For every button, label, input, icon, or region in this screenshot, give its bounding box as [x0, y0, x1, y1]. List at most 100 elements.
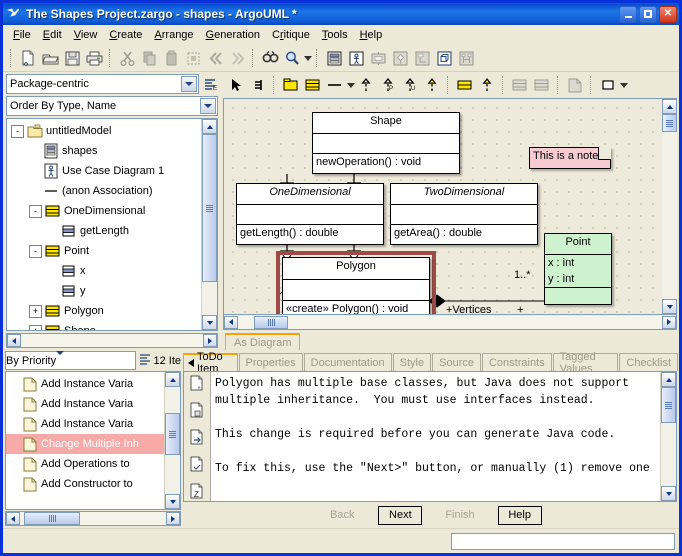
scroll-right-button[interactable] — [203, 334, 217, 347]
diagram-canvas[interactable]: Shape newOperation() : void — [223, 98, 662, 315]
scroll-track[interactable] — [165, 387, 180, 494]
menu-arrange[interactable]: Arrange — [148, 27, 199, 43]
zoom-icon[interactable] — [281, 47, 303, 69]
rectangle-icon[interactable] — [597, 74, 619, 96]
tab-documentation[interactable]: Documentation — [304, 353, 392, 371]
tab-todo-item[interactable]: ToDo Item — [183, 353, 238, 371]
tree-item-x[interactable]: x — [7, 261, 202, 281]
tree-item-getlength[interactable]: getLength — [7, 221, 202, 241]
next-button[interactable]: Next — [378, 506, 422, 525]
save-icon[interactable] — [61, 47, 83, 69]
menu-edit[interactable]: Edit — [37, 27, 68, 43]
menu-file[interactable]: File — [7, 27, 37, 43]
menu-view[interactable]: View — [68, 27, 104, 43]
tree-expander[interactable]: + — [29, 305, 42, 318]
class-diagram-icon[interactable] — [323, 47, 345, 69]
scroll-up-button[interactable] — [661, 372, 676, 387]
tree-expander[interactable]: - — [29, 245, 42, 258]
scroll-thumb[interactable] — [165, 413, 180, 455]
scroll-down-button[interactable] — [661, 486, 676, 501]
chevron-down-icon[interactable] — [56, 355, 64, 367]
new-icon[interactable] — [17, 47, 39, 69]
tree-item-shapes[interactable]: shapes — [7, 141, 202, 161]
scroll-thumb[interactable] — [662, 114, 677, 132]
tab-properties[interactable]: Properties — [239, 353, 303, 371]
print-icon[interactable] — [83, 47, 105, 69]
class-node-point[interactable]: Point x : int y : int — [544, 233, 612, 305]
class-node-polygon[interactable]: Polygon «create» Polygon() : void — [282, 257, 430, 315]
scroll-track[interactable] — [202, 134, 217, 315]
package-icon[interactable] — [280, 74, 302, 96]
model-tree[interactable]: -untitledModelshapesUse Case Diagram 1(a… — [6, 118, 218, 331]
association-dropdown-icon[interactable] — [347, 83, 355, 88]
todo-delete-icon[interactable] — [189, 402, 205, 421]
scroll-up-button[interactable] — [202, 119, 217, 134]
scroll-right-button[interactable] — [166, 512, 180, 525]
tree-item-point[interactable]: -Point — [7, 241, 202, 261]
interface-icon[interactable] — [454, 74, 476, 96]
todo-list-item[interactable]: Change Multiple Inh — [6, 434, 165, 454]
model-tree-vscrollbar[interactable] — [201, 119, 217, 330]
scroll-right-button[interactable] — [662, 316, 676, 329]
canvas-hscrollbar[interactable] — [223, 315, 677, 330]
sort-combo[interactable]: Order By Type, Name — [6, 96, 218, 116]
todo-list-item[interactable]: Add Instance Varia — [6, 414, 165, 434]
todo-vscrollbar[interactable] — [164, 372, 180, 509]
scroll-track[interactable] — [20, 512, 166, 525]
todo-list-item[interactable]: Add Constructor to — [6, 474, 165, 494]
todo-list-item[interactable]: Add Operations to — [6, 454, 165, 474]
chevron-down-icon[interactable] — [200, 98, 216, 114]
scroll-up-button[interactable] — [662, 99, 677, 114]
zoom-dropdown-icon[interactable] — [304, 56, 312, 61]
tree-expander[interactable]: - — [29, 205, 42, 218]
realization-arrow-icon[interactable] — [421, 74, 443, 96]
menu-help[interactable]: Help — [354, 27, 389, 43]
scroll-down-button[interactable] — [662, 299, 677, 314]
scroll-down-button[interactable] — [202, 315, 217, 330]
usage-icon[interactable]: U — [399, 74, 421, 96]
scroll-thumb[interactable] — [202, 134, 217, 282]
todo-detail-vscrollbar[interactable] — [660, 372, 676, 501]
tab-checklist[interactable]: Checklist — [619, 353, 678, 371]
menu-create[interactable]: Create — [103, 27, 148, 43]
canvas-vscrollbar[interactable] — [662, 98, 677, 315]
usecase-diagram-icon[interactable] — [345, 47, 367, 69]
tree-item-onedimensional[interactable]: -OneDimensional — [7, 201, 202, 221]
find-icon[interactable] — [259, 47, 281, 69]
scroll-track[interactable] — [21, 334, 203, 347]
perspective-combo[interactable]: Package-centric — [6, 74, 199, 94]
class-node-shape[interactable]: Shape newOperation() : void — [312, 112, 460, 174]
class-icon[interactable] — [302, 74, 324, 96]
note-node[interactable]: This is a note. — [529, 147, 611, 169]
close-button[interactable]: ✕ — [659, 6, 677, 23]
scroll-left-button[interactable] — [224, 316, 238, 329]
open-icon[interactable] — [39, 47, 61, 69]
tab-left-arrow-icon[interactable] — [188, 359, 194, 367]
scroll-left-button[interactable] — [6, 512, 20, 525]
scroll-track[interactable] — [238, 316, 662, 329]
tree-item-untitledmodel[interactable]: -untitledModel — [7, 121, 202, 141]
todo-resolve-icon[interactable] — [189, 456, 205, 475]
association-icon[interactable] — [324, 74, 346, 96]
class-node-onedimensional[interactable]: OneDimensional getLength() : double — [236, 183, 384, 245]
deployment-diagram-icon[interactable] — [433, 47, 455, 69]
todo-hscrollbar[interactable] — [5, 511, 181, 526]
scroll-track[interactable] — [661, 387, 676, 486]
realization-icon[interactable] — [476, 74, 498, 96]
scroll-up-button[interactable] — [165, 372, 180, 387]
tab-tagged-values[interactable]: Tagged Values — [553, 353, 619, 371]
todo-items-list[interactable]: Add Instance VariaAdd Instance Varia Add … — [5, 371, 181, 510]
todo-list-item[interactable]: Add Instance Varia — [6, 394, 165, 414]
scroll-thumb[interactable] — [661, 387, 676, 423]
tree-item-y[interactable]: y — [7, 281, 202, 301]
generalization-icon[interactable] — [355, 74, 377, 96]
menu-tools[interactable]: Tools — [316, 27, 354, 43]
select-arrow-icon[interactable] — [225, 74, 247, 96]
tab-style[interactable]: Style — [393, 353, 431, 371]
model-tree-hscrollbar[interactable] — [6, 333, 218, 348]
broom-icon[interactable] — [247, 74, 269, 96]
scroll-left-button[interactable] — [7, 334, 21, 347]
todo-sort-combo[interactable]: By Priority — [5, 351, 136, 370]
class-node-twodimensional[interactable]: TwoDimensional getArea() : double — [390, 183, 538, 245]
tree-item-shape[interactable]: +Shape — [7, 321, 202, 330]
